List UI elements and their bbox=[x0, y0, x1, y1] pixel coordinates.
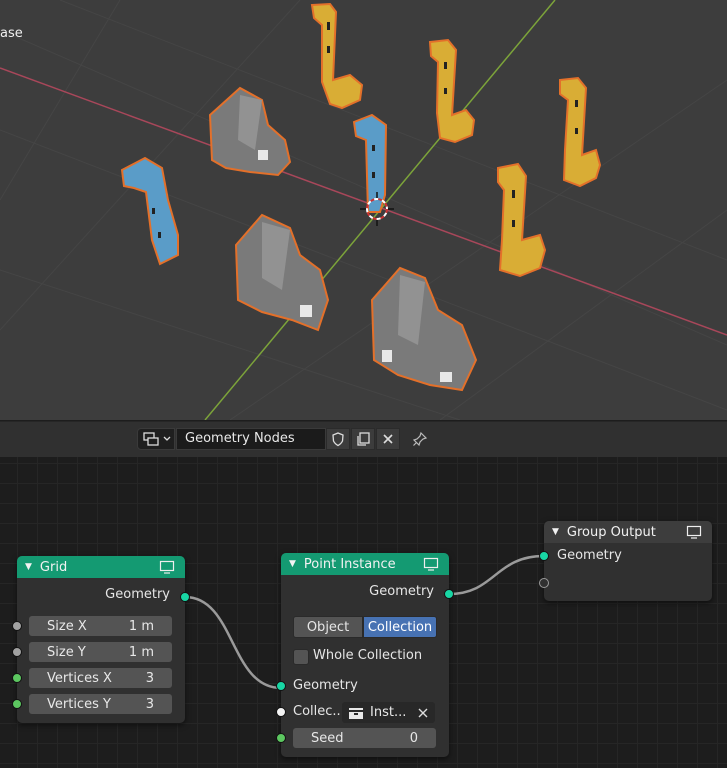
node-group-name-field[interactable]: Geometry Nodes bbox=[176, 428, 326, 450]
node-title: Point Instance bbox=[303, 556, 396, 572]
point-instance-node-header[interactable]: ▼ Point Instance bbox=[281, 553, 449, 575]
yellow-instance[interactable] bbox=[497, 162, 547, 278]
group-output-node-header[interactable]: ▼ Group Output bbox=[544, 521, 712, 543]
collapse-triangle-icon[interactable]: ▼ bbox=[289, 559, 296, 569]
whole-collection-label: Whole Collection bbox=[313, 648, 423, 663]
geometry-input-socket[interactable] bbox=[276, 681, 286, 691]
collapse-triangle-icon[interactable]: ▼ bbox=[25, 562, 32, 572]
node-group-browse-button[interactable] bbox=[137, 428, 175, 450]
gray-instance[interactable] bbox=[370, 266, 478, 392]
size-x-socket[interactable] bbox=[12, 621, 22, 631]
size-x-field[interactable]: Size X 1 m bbox=[29, 616, 172, 636]
node-tree-icon bbox=[143, 432, 171, 446]
monitor-icon[interactable] bbox=[686, 525, 702, 539]
monitor-icon[interactable] bbox=[159, 560, 175, 574]
grid-node[interactable]: ▼ Grid Geometry Size X 1 m Size Y 1 m Ve… bbox=[12, 556, 190, 723]
pin-button[interactable] bbox=[408, 428, 432, 450]
size-y-field[interactable]: Size Y 1 m bbox=[29, 642, 172, 662]
vertices-y-field[interactable]: Vertices Y 3 bbox=[29, 694, 172, 714]
close-icon bbox=[383, 434, 393, 444]
mode-object-toggle[interactable]: Object bbox=[293, 616, 363, 638]
collection-input-socket[interactable] bbox=[276, 707, 286, 717]
collection-box-icon bbox=[349, 707, 363, 719]
yellow-instance[interactable] bbox=[559, 76, 602, 188]
clear-collection-icon[interactable] bbox=[417, 707, 429, 719]
geometry-input-label: Geometry bbox=[293, 678, 358, 693]
geometry-output-socket[interactable] bbox=[180, 592, 190, 602]
link-point-instance-to-group-output[interactable] bbox=[448, 554, 545, 596]
x-axis-line bbox=[0, 67, 727, 336]
node-title: Group Output bbox=[566, 524, 656, 540]
viewport-overlay-text: ase bbox=[0, 26, 23, 41]
yellow-instance[interactable] bbox=[310, 2, 364, 110]
collection-label: Collec... bbox=[293, 704, 345, 719]
geometry-output-socket[interactable] bbox=[444, 589, 454, 599]
collapse-triangle-icon[interactable]: ▼ bbox=[552, 527, 559, 537]
blue-instance[interactable] bbox=[120, 156, 179, 266]
node-editor-header: Geometry Nodes bbox=[0, 421, 727, 458]
empty-input-socket[interactable] bbox=[539, 578, 549, 588]
3d-viewport[interactable]: ase bbox=[0, 0, 727, 420]
monitor-icon[interactable] bbox=[423, 557, 439, 571]
floor-grid bbox=[0, 0, 727, 420]
gray-instance[interactable] bbox=[208, 86, 292, 177]
link-grid-to-point-instance[interactable] bbox=[184, 595, 282, 690]
duplicate-button[interactable] bbox=[351, 428, 375, 450]
group-output-node[interactable]: ▼ Group Output Geometry bbox=[539, 521, 712, 601]
mode-collection-toggle[interactable]: Collection bbox=[363, 616, 437, 638]
size-y-socket[interactable] bbox=[12, 647, 22, 657]
seed-socket[interactable] bbox=[276, 733, 286, 743]
fake-user-shield-icon bbox=[332, 432, 344, 447]
fake-user-button[interactable] bbox=[326, 428, 350, 450]
whole-collection-checkbox[interactable] bbox=[293, 649, 309, 665]
duplicate-icon bbox=[357, 432, 370, 446]
pin-icon bbox=[412, 431, 428, 447]
vertices-y-socket[interactable] bbox=[12, 699, 22, 709]
geometry-input-label: Geometry bbox=[557, 548, 622, 563]
output-label: Geometry bbox=[105, 587, 170, 602]
collection-selector[interactable]: Inst... bbox=[342, 702, 435, 723]
seed-field[interactable]: Seed 0 bbox=[293, 728, 436, 748]
unlink-button[interactable] bbox=[376, 428, 400, 450]
output-label: Geometry bbox=[369, 584, 434, 599]
gray-instance[interactable] bbox=[234, 213, 330, 332]
vertices-x-field[interactable]: Vertices X 3 bbox=[29, 668, 172, 688]
yellow-instance[interactable] bbox=[428, 38, 476, 144]
node-editor-canvas[interactable]: ▼ Grid Geometry Size X 1 m Size Y 1 m Ve… bbox=[0, 457, 727, 768]
blue-instance[interactable] bbox=[352, 113, 388, 213]
vertices-x-socket[interactable] bbox=[12, 673, 22, 683]
viewport-scene bbox=[0, 0, 727, 420]
node-title: Grid bbox=[39, 559, 68, 575]
point-instance-node[interactable]: ▼ Point Instance Geometry Object Collect… bbox=[276, 553, 454, 757]
geometry-input-socket[interactable] bbox=[539, 551, 549, 561]
grid-node-header[interactable]: ▼ Grid bbox=[17, 556, 185, 578]
